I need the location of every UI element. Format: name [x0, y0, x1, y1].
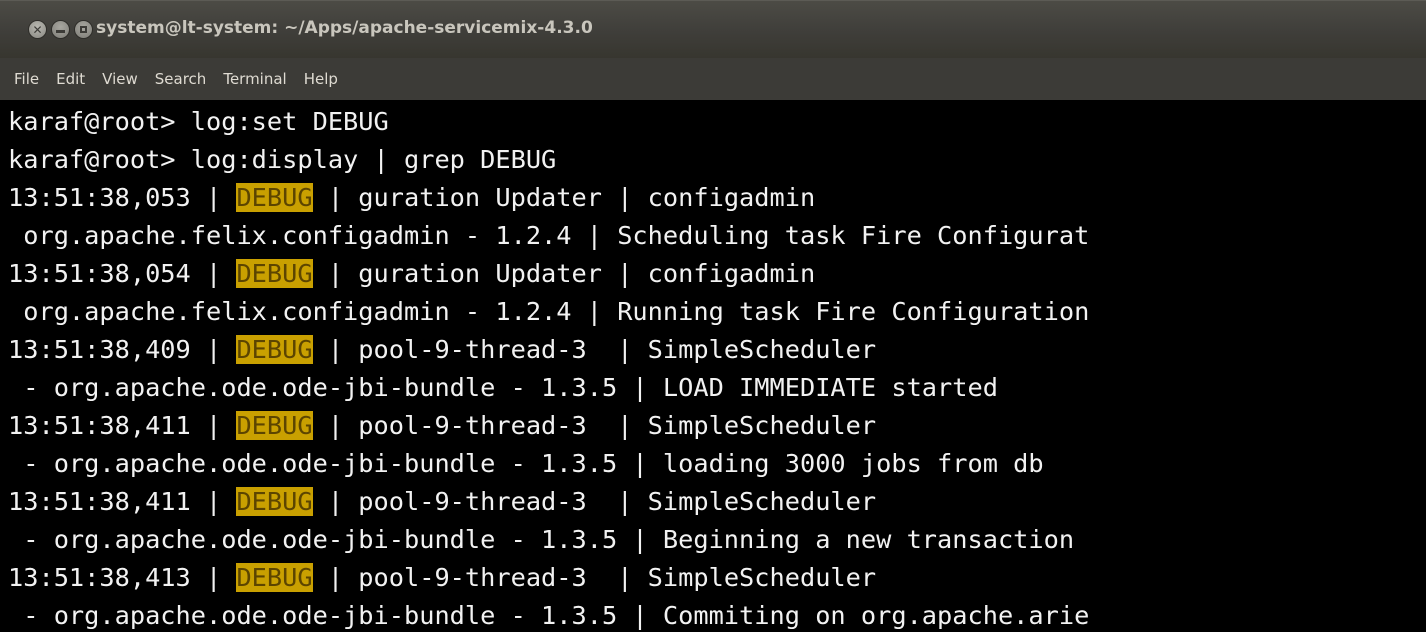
window-controls: ✕	[28, 20, 93, 40]
title-bar[interactable]: ✕ system@lt-system: ~/Apps/apache-servic…	[0, 0, 1426, 58]
line-text: karaf@root> log:display | grep DEBUG	[8, 145, 557, 174]
debug-highlight: DEBUG	[236, 411, 313, 440]
line-text: org.apache.felix.configadmin - 1.2.4 | R…	[8, 297, 1090, 326]
line-text: | guration Updater | configadmin	[312, 183, 816, 212]
maximize-icon[interactable]	[74, 20, 93, 39]
menu-edit[interactable]: Edit	[46, 70, 92, 88]
terminal-line: 13:51:38,411 | DEBUG | pool-9-thread-3 |…	[8, 407, 876, 445]
debug-highlight: DEBUG	[236, 335, 313, 364]
terminal-line: karaf@root> log:set DEBUG	[8, 103, 389, 141]
terminal-line: - org.apache.ode.ode-jbi-bundle - 1.3.5 …	[8, 597, 1089, 632]
debug-highlight: DEBUG	[236, 259, 313, 288]
line-text: | pool-9-thread-3 | SimpleScheduler	[312, 335, 877, 364]
line-text: - org.apache.ode.ode-jbi-bundle - 1.3.5 …	[8, 373, 998, 402]
line-text: org.apache.felix.configadmin - 1.2.4 | S…	[8, 221, 1090, 250]
debug-highlight: DEBUG	[236, 487, 313, 516]
menu-bar: File Edit View Search Terminal Help	[0, 58, 1426, 100]
terminal-line: 13:51:38,053 | DEBUG | guration Updater …	[8, 179, 815, 217]
terminal-line: - org.apache.ode.ode-jbi-bundle - 1.3.5 …	[8, 521, 1074, 559]
line-text: | pool-9-thread-3 | SimpleScheduler	[312, 411, 877, 440]
terminal-line: org.apache.felix.configadmin - 1.2.4 | R…	[8, 293, 1089, 331]
menu-help[interactable]: Help	[294, 70, 345, 88]
line-text: karaf@root> log:set DEBUG	[8, 107, 389, 136]
line-text: | pool-9-thread-3 | SimpleScheduler	[312, 563, 877, 592]
menu-terminal[interactable]: Terminal	[213, 70, 293, 88]
menu-file[interactable]: File	[4, 70, 46, 88]
line-text: 13:51:38,053 |	[8, 183, 237, 212]
terminal-line: 13:51:38,054 | DEBUG | guration Updater …	[8, 255, 815, 293]
menu-search[interactable]: Search	[145, 70, 214, 88]
window-title: system@lt-system: ~/Apps/apache-servicem…	[96, 18, 593, 38]
line-text: 13:51:38,409 |	[8, 335, 237, 364]
terminal-line: - org.apache.ode.ode-jbi-bundle - 1.3.5 …	[8, 445, 1044, 483]
debug-highlight: DEBUG	[236, 563, 313, 592]
line-text: 13:51:38,054 |	[8, 259, 237, 288]
close-icon[interactable]: ✕	[28, 20, 47, 39]
minimize-icon[interactable]	[51, 20, 70, 39]
line-text: - org.apache.ode.ode-jbi-bundle - 1.3.5 …	[8, 525, 1075, 554]
line-text: 13:51:38,411 |	[8, 411, 237, 440]
terminal-line: 13:51:38,411 | DEBUG | pool-9-thread-3 |…	[8, 483, 876, 521]
terminal-output[interactable]: karaf@root> log:set DEBUG karaf@root> log…	[0, 100, 1426, 632]
line-text: 13:51:38,413 |	[8, 563, 237, 592]
line-text: | guration Updater | configadmin	[312, 259, 816, 288]
terminal-line: 13:51:38,413 | DEBUG | pool-9-thread-3 |…	[8, 559, 876, 597]
menu-view[interactable]: View	[92, 70, 145, 88]
debug-highlight: DEBUG	[236, 183, 313, 212]
line-text: - org.apache.ode.ode-jbi-bundle - 1.3.5 …	[8, 449, 1044, 478]
terminal-line: org.apache.felix.configadmin - 1.2.4 | S…	[8, 217, 1089, 255]
line-text: - org.apache.ode.ode-jbi-bundle - 1.3.5 …	[8, 601, 1090, 630]
terminal-line: 13:51:38,409 | DEBUG | pool-9-thread-3 |…	[8, 331, 876, 369]
terminal-window: ✕ system@lt-system: ~/Apps/apache-servic…	[0, 0, 1426, 632]
terminal-line: - org.apache.ode.ode-jbi-bundle - 1.3.5 …	[8, 369, 998, 407]
terminal-line: karaf@root> log:display | grep DEBUG	[8, 141, 556, 179]
line-text: | pool-9-thread-3 | SimpleScheduler	[312, 487, 877, 516]
line-text: 13:51:38,411 |	[8, 487, 237, 516]
